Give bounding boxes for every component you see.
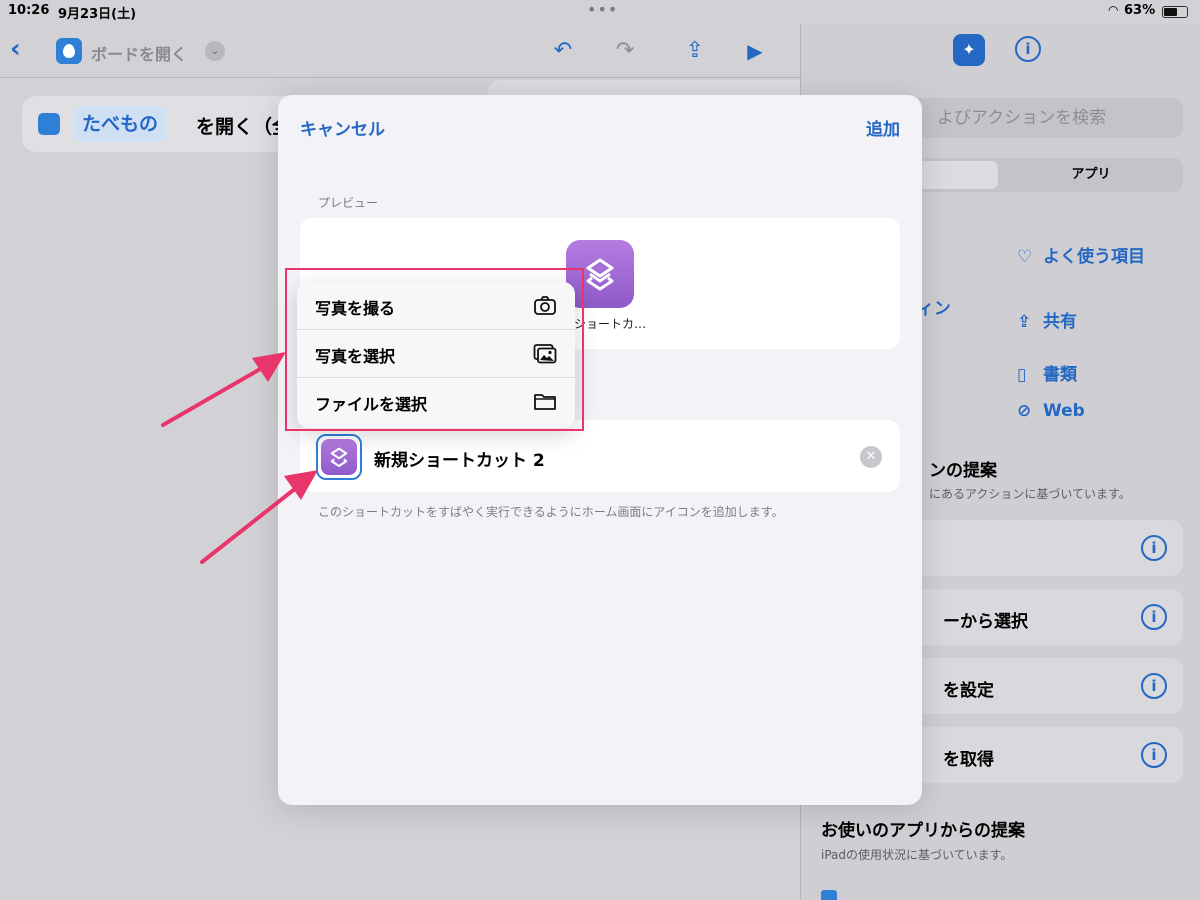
annotation-arrow-menu (161, 352, 286, 427)
annotation-arrow-icon (200, 470, 318, 564)
annotation-arrows (161, 352, 318, 564)
